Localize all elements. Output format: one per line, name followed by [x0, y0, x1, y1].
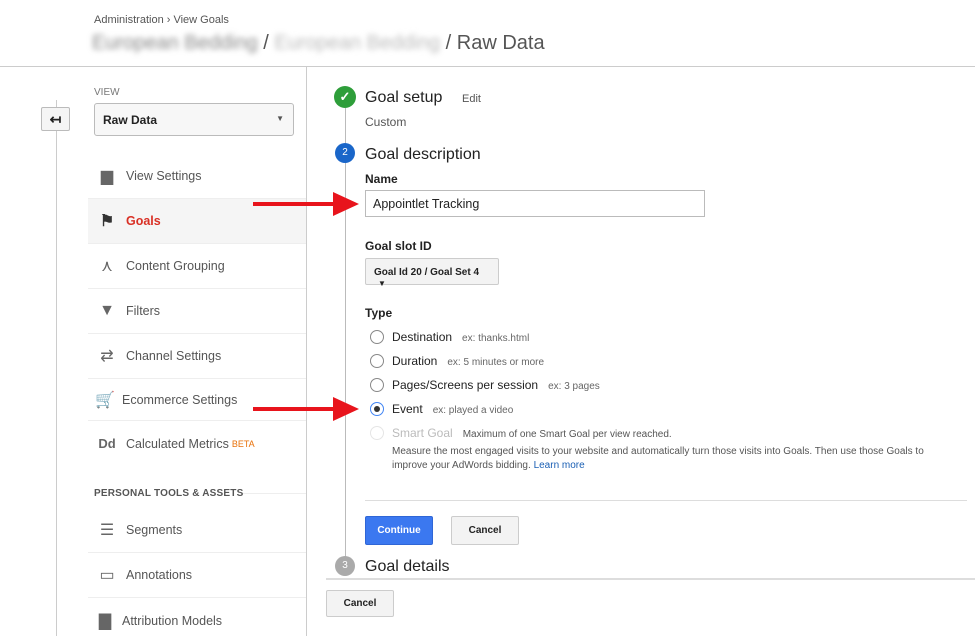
goal-type-value: Custom	[365, 115, 407, 129]
option-destination[interactable]: Destination ex: thanks.html	[392, 330, 529, 344]
view-label: VIEW	[94, 87, 120, 98]
filter-icon: ▼	[99, 302, 115, 319]
radio-destination[interactable]	[370, 330, 384, 344]
step2-title: Goal description	[365, 146, 481, 163]
annotation-arrow	[253, 202, 337, 206]
annotation-arrow	[253, 407, 337, 411]
sidebar-item-calculated-metrics[interactable]: Dd Calculated Metrics BETA	[88, 421, 306, 466]
sidebar-item-ecommerce-settings[interactable]: 🛒 Ecommerce Settings	[88, 379, 306, 421]
option-event[interactable]: Event ex: played a video	[392, 402, 513, 416]
bottom-divider	[326, 578, 975, 580]
smart-goal-description: Measure the most engaged visits to your …	[392, 446, 924, 471]
sidebar-item-label: Channel Settings	[126, 349, 222, 363]
step1-title: Goal setup	[365, 89, 443, 106]
sidebar-item-annotations[interactable]: ▭ Annotations	[88, 553, 306, 598]
back-arrow-icon: ↤	[49, 111, 62, 127]
arrow-head-icon	[333, 192, 359, 216]
annotation-icon: ▭	[99, 567, 115, 584]
check-icon: ✓	[334, 86, 356, 108]
sidebar-item-attribution-models[interactable]: ▇ Attribution Models	[88, 598, 306, 643]
slot-label: Goal slot ID	[365, 239, 432, 253]
chevron-down-icon: ▼	[378, 279, 386, 288]
view-select-value: Raw Data	[103, 113, 158, 127]
option-duration[interactable]: Duration ex: 5 minutes or more	[392, 354, 544, 368]
sidebar-item-filters[interactable]: ▼ Filters	[88, 289, 306, 334]
panel-divider	[306, 67, 307, 636]
document-icon: ▆	[100, 168, 114, 185]
back-rail	[56, 100, 57, 636]
section-divider	[243, 493, 306, 494]
view-select[interactable]: Raw Data ▼	[94, 103, 294, 136]
chevron-down-icon: ▼	[276, 114, 284, 123]
beta-badge: BETA	[231, 438, 255, 449]
radio-duration[interactable]	[370, 354, 384, 368]
sidebar-item-label: Filters	[126, 304, 161, 318]
view-title: / Raw Data	[445, 32, 545, 54]
arrow-head-icon	[333, 397, 359, 421]
header-divider	[0, 66, 975, 67]
continue-button[interactable]: Continue	[365, 516, 433, 545]
segments-icon: ☰	[99, 522, 115, 539]
sidebar-item-label: Calculated Metrics	[126, 436, 229, 451]
bar-chart-icon: ▇	[98, 612, 112, 630]
option-smart-goal: Smart Goal Maximum of one Smart Goal per …	[392, 426, 672, 440]
sidebar-item-label: Ecommerce Settings	[122, 392, 238, 407]
sidebar-item-label: Attribution Models	[122, 613, 223, 628]
flag-icon: ⚑	[99, 213, 115, 230]
goal-slot-value: Goal Id 20 / Goal Set 4	[374, 267, 480, 278]
step3-number: 3	[335, 556, 355, 576]
channel-icon: ⇄	[100, 348, 114, 365]
name-label: Name	[365, 172, 398, 186]
edit-link[interactable]: Edit	[462, 93, 481, 105]
page-title: European Bedding / European Bedding / Ra…	[92, 32, 545, 55]
sidebar-item-label: Content Grouping	[126, 259, 225, 273]
sidebar-item-segments[interactable]: ☰ Segments	[88, 508, 306, 553]
section-divider	[365, 500, 967, 501]
property-name[interactable]: European Bedding	[274, 32, 440, 54]
dd-icon: Dd	[98, 436, 116, 451]
step3-title: Goal details	[365, 558, 450, 575]
title-separator: /	[263, 32, 269, 54]
breadcrumb[interactable]: Administration › View Goals	[94, 14, 229, 26]
sidebar-item-view-settings[interactable]: ▆ View Settings	[88, 154, 306, 199]
sidebar-item-label: Goals	[126, 214, 161, 228]
cancel-step-button[interactable]: Cancel	[451, 516, 519, 545]
type-label: Type	[365, 306, 393, 320]
section-title: PERSONAL TOOLS & ASSETS	[94, 488, 244, 499]
learn-more-link[interactable]: Learn more	[534, 460, 585, 471]
step-rail	[345, 108, 346, 558]
sidebar-item-label: Annotations	[126, 568, 193, 582]
back-button[interactable]: ↤	[41, 107, 70, 131]
account-name[interactable]: European Bedding	[92, 32, 258, 54]
sidebar-item-channel-settings[interactable]: ⇄ Channel Settings	[88, 334, 306, 379]
cart-icon: 🛒	[95, 391, 115, 409]
radio-smart-goal	[370, 426, 384, 440]
sidebar-item-label: View Settings	[126, 169, 202, 183]
radio-event[interactable]	[370, 402, 384, 416]
radio-pages-screens[interactable]	[370, 378, 384, 392]
sidebar-item-label: Segments	[126, 523, 183, 537]
sidebar-item-content-grouping[interactable]: ⋏ Content Grouping	[88, 244, 306, 289]
goal-name-input[interactable]	[365, 190, 705, 217]
option-pages-screens[interactable]: Pages/Screens per session ex: 3 pages	[392, 378, 600, 392]
step2-number: 2	[335, 143, 355, 163]
goal-slot-select[interactable]: Goal Id 20 / Goal Set 4 ▼	[365, 258, 499, 288]
cancel-button[interactable]: Cancel	[326, 590, 394, 617]
merge-icon: ⋏	[101, 258, 113, 275]
